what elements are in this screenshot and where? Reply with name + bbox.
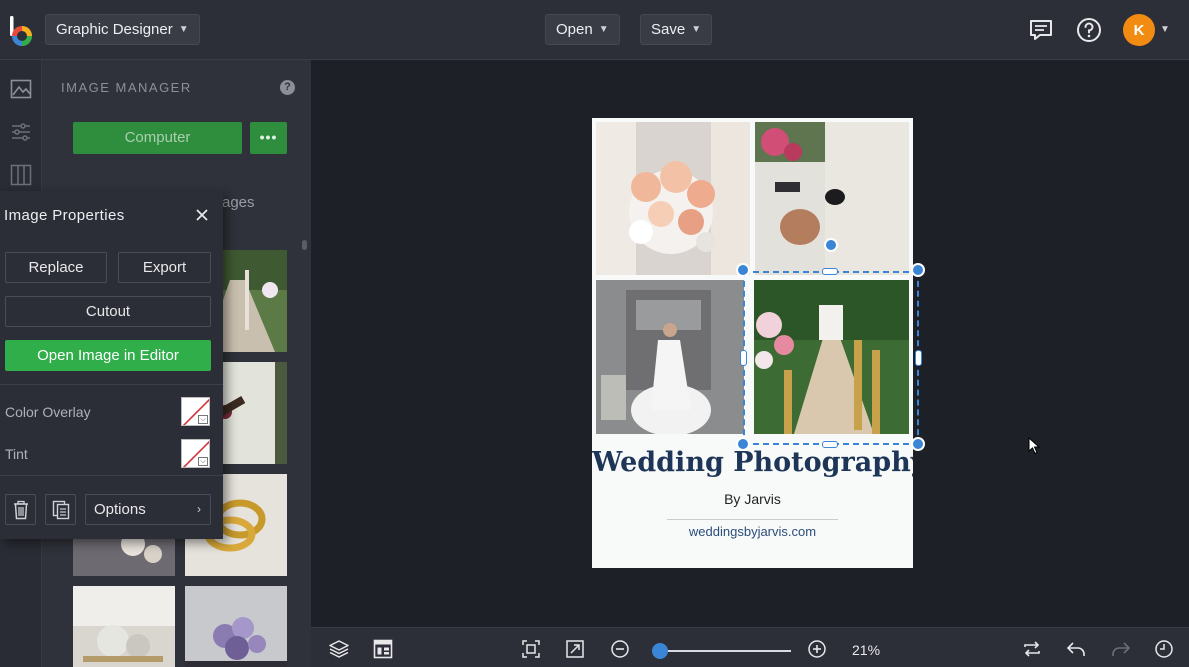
- resize-handle-left[interactable]: [740, 350, 747, 366]
- photo-bride[interactable]: [596, 280, 744, 434]
- save-label: Save: [651, 21, 686, 38]
- export-button[interactable]: Export: [118, 252, 211, 283]
- open-dropdown[interactable]: Open ▼: [545, 14, 620, 45]
- resize-handle-top-left[interactable]: [736, 263, 750, 277]
- resize-handle-top-right[interactable]: [911, 263, 925, 277]
- divider: [0, 384, 223, 385]
- image-properties-popover: Image Properties Replace Export Cutout O…: [0, 191, 223, 539]
- zoom-slider-track[interactable]: [656, 650, 791, 652]
- close-icon[interactable]: [192, 205, 212, 225]
- comment-icon[interactable]: [1027, 16, 1055, 44]
- workspace-label: Graphic Designer: [56, 21, 173, 38]
- open-in-editor-button[interactable]: Open Image in Editor: [5, 340, 211, 371]
- photo-bouquet[interactable]: [596, 122, 750, 275]
- zoom-slider-knob[interactable]: [652, 643, 669, 659]
- color-overlay-swatch[interactable]: ⌵: [181, 397, 210, 426]
- avatar-initial: K: [1133, 21, 1145, 39]
- resize-handle-bottom-left[interactable]: [736, 437, 750, 451]
- resize-handle-bottom[interactable]: [822, 441, 838, 448]
- adjust-icon[interactable]: [10, 121, 32, 143]
- cutout-button[interactable]: Cutout: [5, 296, 211, 327]
- options-button[interactable]: Options ›: [85, 494, 211, 525]
- tint-swatch[interactable]: ⌵: [181, 439, 210, 468]
- rotate-handle[interactable]: [824, 238, 838, 252]
- open-label: Open: [556, 21, 593, 38]
- chevron-down-icon: ▼: [178, 24, 189, 35]
- options-label: Options: [94, 501, 146, 518]
- delete-button[interactable]: [5, 494, 36, 525]
- workspace-dropdown[interactable]: Graphic Designer ▼: [45, 14, 200, 45]
- avatar[interactable]: K: [1123, 14, 1155, 46]
- zoom-value: 21%: [852, 642, 881, 658]
- zoom-out-icon[interactable]: [610, 639, 630, 659]
- chevron-down-icon[interactable]: ▼: [1160, 24, 1170, 35]
- layers-icon[interactable]: [329, 639, 349, 659]
- undo-icon[interactable]: [1066, 639, 1086, 659]
- history-icon[interactable]: [1154, 639, 1174, 659]
- scrollbar[interactable]: [302, 240, 307, 250]
- chevron-down-icon: ⌵: [198, 457, 208, 466]
- image-thumbnail[interactable]: [73, 586, 175, 667]
- computer-button[interactable]: Computer: [73, 122, 242, 154]
- divider: [667, 519, 838, 520]
- color-overlay-label: Color Overlay: [5, 404, 91, 420]
- mouse-cursor-icon: [1028, 437, 1040, 455]
- document-url[interactable]: weddingsbyjarvis.com: [592, 524, 913, 539]
- images-tab[interactable]: ages: [222, 194, 255, 211]
- help-icon[interactable]: [1075, 16, 1103, 44]
- bottom-toolbar: 21%: [311, 627, 1189, 667]
- design-canvas[interactable]: Wedding Photography By Jarvis weddingsby…: [311, 60, 1189, 627]
- image-icon[interactable]: [10, 78, 32, 100]
- swap-icon[interactable]: [1022, 639, 1042, 659]
- replace-button[interactable]: Replace: [5, 252, 107, 283]
- grid-icon[interactable]: [373, 639, 393, 659]
- chevron-down-icon: ⌵: [198, 415, 208, 424]
- chevron-down-icon: ▼: [691, 24, 702, 35]
- zoom-in-icon[interactable]: [807, 639, 827, 659]
- redo-icon[interactable]: [1111, 639, 1131, 659]
- resize-handle-top[interactable]: [822, 268, 838, 275]
- chevron-right-icon: ›: [197, 502, 201, 516]
- befunky-logo-icon[interactable]: [8, 14, 34, 48]
- resize-handle-right[interactable]: [915, 350, 922, 366]
- help-icon[interactable]: ?: [280, 80, 295, 95]
- duplicate-icon: [52, 500, 69, 519]
- duplicate-button[interactable]: [45, 494, 76, 525]
- document-subtitle[interactable]: By Jarvis: [592, 491, 913, 507]
- fit-to-screen-icon[interactable]: [521, 639, 541, 659]
- resize-handle-bottom-right[interactable]: [911, 437, 925, 451]
- photo-wedding-aisle[interactable]: [754, 280, 909, 434]
- trash-icon: [13, 500, 28, 519]
- more-options-button[interactable]: •••: [250, 122, 287, 154]
- top-bar: Graphic Designer ▼ Open ▼ Save ▼ K ▼: [0, 0, 1189, 60]
- document-page[interactable]: Wedding Photography By Jarvis weddingsby…: [592, 118, 913, 568]
- tint-label: Tint: [5, 446, 28, 462]
- document-title[interactable]: Wedding Photography: [592, 447, 913, 478]
- chevron-down-icon: ▼: [598, 24, 609, 35]
- popover-title: Image Properties: [4, 207, 125, 224]
- photo-holding-hands[interactable]: [755, 122, 909, 275]
- panel-title: IMAGE MANAGER: [61, 80, 192, 95]
- divider: [0, 475, 223, 476]
- image-thumbnail[interactable]: [185, 586, 287, 667]
- fullscreen-icon[interactable]: [565, 639, 585, 659]
- save-dropdown[interactable]: Save ▼: [640, 14, 713, 45]
- layout-icon[interactable]: [10, 164, 32, 186]
